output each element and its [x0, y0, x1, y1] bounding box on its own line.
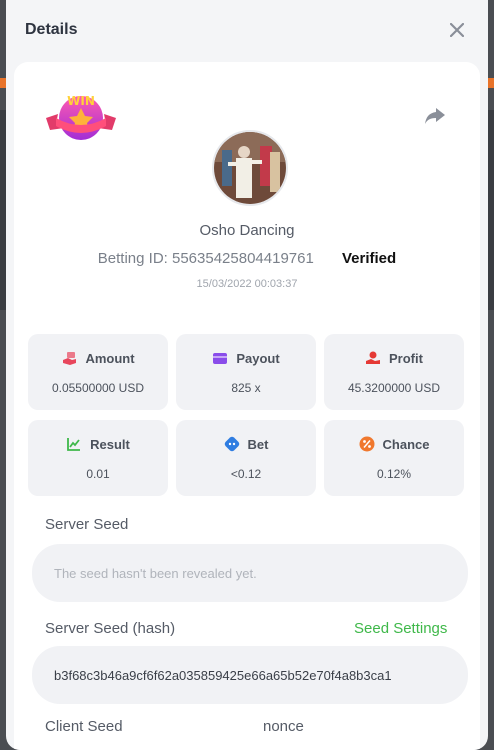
stat-bet: Bet <0.12 [176, 420, 316, 496]
seed-settings-link[interactable]: Seed Settings [354, 620, 447, 637]
betting-id-label: Betting ID: [97, 250, 168, 267]
bet-timestamp: 15/03/2022 00:03:37 [196, 278, 298, 290]
betting-id-row: Betting ID: 55635425804419761 Verified [14, 250, 480, 267]
stat-payout: Payout 825 x [176, 334, 316, 410]
modal-header: Details [6, 0, 488, 60]
close-icon[interactable] [446, 19, 468, 41]
stat-label: Result [90, 436, 130, 452]
chart-up-icon [67, 438, 81, 451]
money-hand-icon [63, 352, 77, 365]
server-seed-label: Server Seed [45, 516, 129, 533]
stat-profit: Profit 45.3200000 USD [324, 334, 464, 410]
client-seed-label: Client Seed [45, 718, 123, 735]
profit-icon [366, 351, 381, 364]
stat-value: 0.05500000 USD [51, 381, 145, 395]
stat-value: 45.3200000 USD [347, 381, 441, 395]
dice-icon [224, 436, 239, 452]
stat-amount: Amount 0.05500000 USD [28, 334, 168, 410]
stat-value: 0.12% [376, 467, 412, 481]
win-logo-text: WIN [67, 94, 95, 108]
stat-chance: Chance 0.12% [324, 420, 464, 496]
modal-title: Details [25, 21, 78, 38]
stat-value: <0.12 [230, 467, 262, 481]
details-modal: Details WIN Osho Dancing Betting ID: 556… [6, 0, 488, 750]
server-seed-hash-field[interactable]: b3f68c3b46a9cf6f62a035859425e66a65b52e70… [32, 646, 468, 704]
percent-icon [359, 436, 375, 452]
stat-label: Profit [389, 350, 423, 366]
nonce-label: nonce [263, 718, 304, 735]
stat-result: Result 0.01 [28, 420, 168, 496]
stat-label: Chance [382, 436, 430, 452]
details-card: WIN Osho Dancing Betting ID: 55635425804… [14, 62, 480, 750]
server-seed-hash-label: Server Seed (hash) [45, 620, 176, 637]
game-name: Osho Dancing [199, 222, 295, 239]
betting-id-value: 556354258044197 [172, 250, 298, 267]
wallet-icon [213, 353, 228, 364]
stat-label: Payout [236, 350, 280, 366]
verified-badge: Verified [342, 250, 397, 267]
server-seed-field: The seed hasn't been revealed yet. [32, 544, 468, 602]
stat-value: 0.01 [86, 467, 110, 481]
win-logo: WIN [42, 88, 120, 146]
stat-value: 825 x [231, 381, 261, 395]
game-avatar [212, 130, 288, 206]
share-icon[interactable] [424, 106, 446, 126]
stat-label: Bet [247, 436, 269, 452]
stat-label: Amount [85, 350, 135, 366]
betting-id-suffix: 61 [297, 250, 314, 267]
